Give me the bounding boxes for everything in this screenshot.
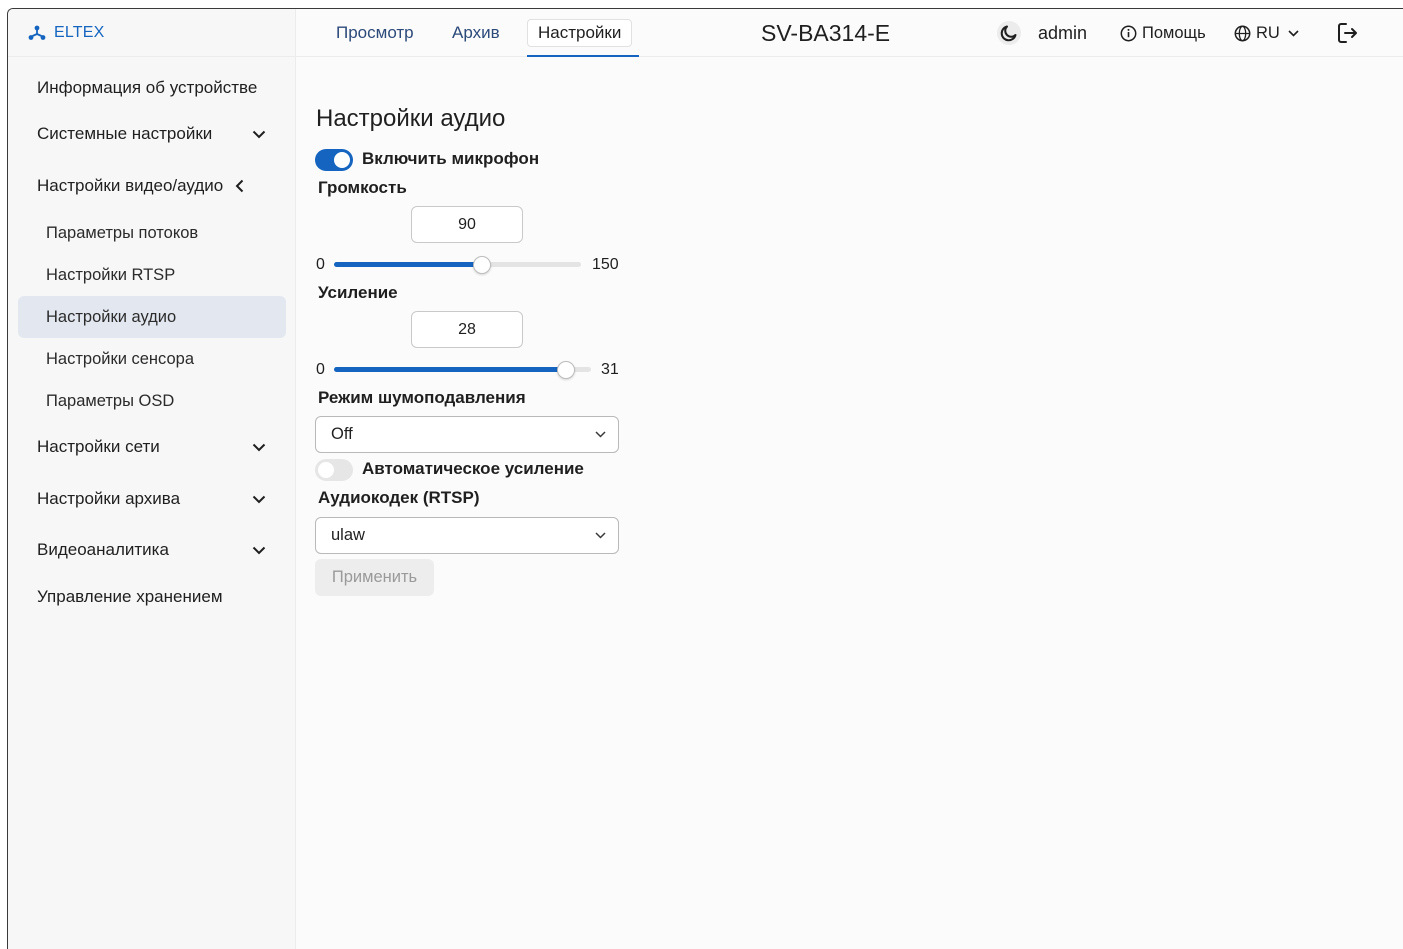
auto-gain-toggle-label: Автоматическое усиление xyxy=(362,459,584,478)
sidebar-item-storage-management[interactable]: Управление хранением xyxy=(18,576,286,618)
theme-toggle-button[interactable] xyxy=(996,9,1027,57)
language-select[interactable]: RU xyxy=(1234,9,1304,57)
sidebar-item-label: Настройки видео/аудио xyxy=(37,176,224,195)
sidebar-item-video-audio-settings[interactable]: Настройки видео/аудио xyxy=(18,165,286,207)
audio-codec-label: Аудиокодек (RTSP) xyxy=(318,488,480,507)
sidebar-item-video-analytics[interactable]: Видеоаналитика xyxy=(18,529,286,571)
sidebar-item-system-settings[interactable]: Системные настройки xyxy=(18,113,286,155)
app-window: ELTEX Информация об устройстве Системные… xyxy=(7,8,1403,949)
user-name: admin xyxy=(1038,22,1088,43)
gain-min: 0 xyxy=(316,361,325,378)
toggle-knob xyxy=(334,152,350,168)
device-title: SV-BA314-E xyxy=(761,19,891,46)
chevron-down-icon xyxy=(252,127,266,141)
logout-icon xyxy=(1338,23,1357,43)
language-label: RU xyxy=(1256,23,1280,42)
sidebar-item-stream-params[interactable]: Параметры потоков xyxy=(18,212,286,254)
tab-label: Архив xyxy=(452,23,500,42)
volume-label: Громкость xyxy=(318,178,407,197)
slider-fill xyxy=(334,262,483,267)
volume-max: 150 xyxy=(592,256,619,273)
sidebar: ELTEX Информация об устройстве Системные… xyxy=(8,9,296,949)
apply-button[interactable]: Применить xyxy=(315,559,434,596)
gain-label: Усиление xyxy=(318,283,398,302)
volume-input[interactable] xyxy=(411,206,523,243)
slider-fill xyxy=(334,367,567,372)
microphone-toggle-label: Включить микрофон xyxy=(362,149,540,168)
sidebar-item-audio-settings[interactable]: Настройки аудио xyxy=(18,296,286,338)
gain-slider[interactable] xyxy=(334,361,591,379)
sidebar-item-label: Информация об устройстве xyxy=(37,78,258,97)
logo-text: ELTEX xyxy=(54,23,105,41)
sidebar-item-label: Настройки сети xyxy=(37,437,160,456)
moon-icon xyxy=(997,21,1021,45)
sidebar-item-archive-settings[interactable]: Настройки архива xyxy=(18,478,286,520)
slider-thumb[interactable] xyxy=(557,361,576,379)
chevron-down-icon xyxy=(1288,29,1304,37)
toggle-knob xyxy=(318,462,334,478)
chevron-down-icon xyxy=(595,431,606,438)
sidebar-item-label: Параметры OSD xyxy=(46,391,175,410)
volume-min: 0 xyxy=(316,256,325,273)
sidebar-item-label: Настройки RTSP xyxy=(46,265,176,284)
sidebar-item-label: Управление хранением xyxy=(37,587,223,606)
chevron-down-icon xyxy=(252,492,266,506)
active-tab-indicator xyxy=(527,55,639,57)
page-title: Настройки аудио xyxy=(316,105,506,132)
sidebar-item-sensor-settings[interactable]: Настройки сенсора xyxy=(18,338,286,380)
tab-label: Настройки xyxy=(527,19,633,47)
tab-settings[interactable]: Настройки xyxy=(527,9,633,57)
globe-icon xyxy=(1234,25,1251,41)
top-header: Просмотр Архив Настройки SV-BA314-E admi… xyxy=(296,9,1403,57)
gain-input[interactable] xyxy=(411,311,523,348)
sidebar-item-network-settings[interactable]: Настройки сети xyxy=(18,426,286,468)
sidebar-item-label: Настройки архива xyxy=(37,489,181,508)
sidebar-item-label: Видеоаналитика xyxy=(37,540,169,559)
chevron-down-icon xyxy=(252,440,266,454)
info-icon xyxy=(1120,25,1137,41)
tab-archive[interactable]: Архив xyxy=(452,9,500,57)
help-label: Помощь xyxy=(1142,23,1206,42)
sidebar-item-device-info[interactable]: Информация об устройстве xyxy=(18,67,286,109)
help-link[interactable]: Помощь xyxy=(1120,9,1206,57)
select-value: ulaw xyxy=(331,526,365,544)
volume-slider[interactable] xyxy=(334,256,581,274)
chevron-down-icon xyxy=(595,532,606,539)
tab-view[interactable]: Просмотр xyxy=(336,9,414,57)
audio-codec-select[interactable]: ulaw xyxy=(315,517,619,554)
auto-gain-toggle[interactable] xyxy=(315,459,353,481)
eltex-logo-icon xyxy=(28,25,46,40)
noise-reduction-select[interactable]: Off xyxy=(315,416,619,453)
tab-label: Просмотр xyxy=(336,23,414,42)
logo[interactable]: ELTEX xyxy=(8,9,295,57)
sidebar-item-label: Системные настройки xyxy=(37,124,213,143)
chevron-left-icon xyxy=(232,179,246,193)
slider-thumb[interactable] xyxy=(473,256,492,274)
gain-max: 31 xyxy=(601,361,619,378)
logout-button[interactable] xyxy=(1336,9,1365,57)
sidebar-item-osd-params[interactable]: Параметры OSD xyxy=(18,380,286,422)
sidebar-item-label: Настройки сенсора xyxy=(46,349,194,368)
noise-reduction-label: Режим шумоподавления xyxy=(318,388,526,407)
sidebar-item-rtsp-settings[interactable]: Настройки RTSP xyxy=(18,254,286,296)
microphone-toggle[interactable] xyxy=(315,149,353,171)
sidebar-item-label: Параметры потоков xyxy=(46,223,199,242)
sidebar-item-label: Настройки аудио xyxy=(46,307,177,326)
chevron-down-icon xyxy=(252,543,266,557)
select-value: Off xyxy=(331,425,353,443)
